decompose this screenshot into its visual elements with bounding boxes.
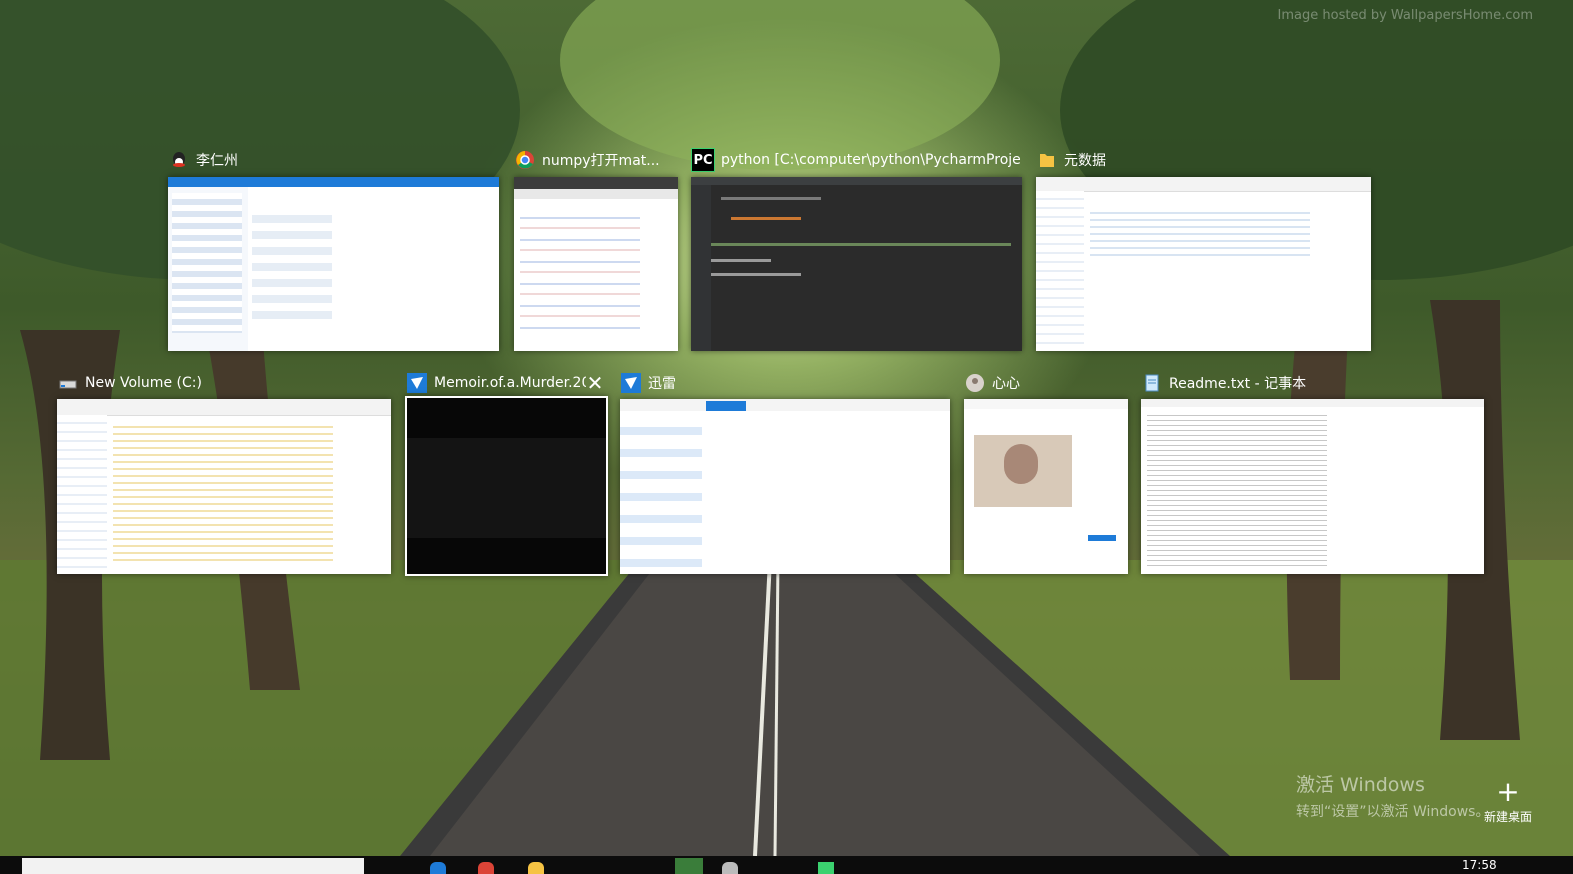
window-title-text: numpy打开mat... <box>542 153 660 169</box>
window-thumbnail-chrome[interactable] <box>514 177 678 351</box>
window-title-text: 心心 <box>992 376 1020 392</box>
window-title-notepad[interactable]: Readme.txt - 记事本 <box>1141 370 1471 396</box>
window-thumbnail-video-player[interactable] <box>405 396 608 576</box>
notepad-icon <box>1141 372 1163 394</box>
xunlei-icon <box>620 372 642 394</box>
window-title-text: Readme.txt - 记事本 <box>1169 376 1307 392</box>
window-title-text: New Volume (C:) <box>85 375 202 391</box>
chrome-taskbar-icon[interactable] <box>478 862 494 874</box>
window-title-qq[interactable]: 李仁州 <box>168 147 498 173</box>
window-title-xunlei[interactable]: 迅雷 <box>620 370 950 396</box>
edge-taskbar-icon[interactable] <box>430 862 446 874</box>
new-desktop-button[interactable]: + 新建桌面 <box>1480 778 1536 825</box>
window-title-new-volume[interactable]: New Volume (C:) <box>57 370 390 396</box>
activation-title: 激活 Windows <box>1296 774 1425 796</box>
window-title-text: 元数据 <box>1064 153 1106 169</box>
window-title-video-player[interactable]: Memoir.of.a.Murder.20... <box>406 370 586 396</box>
window-thumbnail-new-volume[interactable] <box>57 399 391 574</box>
window-title-text: python [C:\computer\python\PycharmProjec… <box>721 152 1021 168</box>
taskbar-search-box[interactable] <box>22 858 364 874</box>
activation-subtitle: 转到“设置”以激活 Windows。 <box>1296 804 1490 820</box>
plus-icon: + <box>1496 775 1520 808</box>
window-thumbnail-qq[interactable] <box>168 177 499 351</box>
window-title-text: Memoir.of.a.Murder.20... <box>434 375 586 391</box>
active-app-taskbar-icon[interactable] <box>675 858 703 874</box>
avatar-icon <box>964 372 986 394</box>
window-title-chrome[interactable]: numpy打开mat... <box>514 147 679 173</box>
pycharm-taskbar-icon[interactable] <box>818 862 834 874</box>
qq-icon <box>168 149 190 171</box>
window-title-pycharm[interactable]: PC python [C:\computer\python\PycharmPro… <box>691 147 1021 173</box>
pycharm-icon: PC <box>691 148 715 172</box>
window-thumbnail-pycharm[interactable] <box>691 177 1022 351</box>
window-thumbnail-xunlei[interactable] <box>620 399 950 574</box>
folder-icon <box>1036 149 1058 171</box>
window-title-text: 迅雷 <box>648 376 676 392</box>
xunlei-player-icon <box>406 372 428 394</box>
window-thumbnail-metadata-folder[interactable] <box>1036 177 1371 351</box>
chrome-icon <box>514 149 536 171</box>
window-title-text: 李仁州 <box>196 153 238 169</box>
windows-activation-notice: 激活 Windows 转到“设置”以激活 Windows。 <box>1296 770 1489 821</box>
explorer-taskbar-icon[interactable] <box>528 862 544 874</box>
drive-icon <box>57 372 79 394</box>
taskbar-clock[interactable]: 17:58 <box>1462 858 1497 872</box>
new-desktop-label: 新建桌面 <box>1483 810 1532 824</box>
wallpaper-watermark: Image hosted by WallpapersHome.com <box>1277 8 1533 23</box>
app-taskbar-icon[interactable] <box>722 862 738 874</box>
window-title-chat-xinxin[interactable]: 心心 <box>964 370 1129 396</box>
close-window-button[interactable]: ✕ <box>584 372 606 394</box>
window-thumbnail-chat-xinxin[interactable] <box>964 399 1128 574</box>
window-title-metadata-folder[interactable]: 元数据 <box>1036 147 1366 173</box>
window-thumbnail-notepad[interactable] <box>1141 399 1484 574</box>
